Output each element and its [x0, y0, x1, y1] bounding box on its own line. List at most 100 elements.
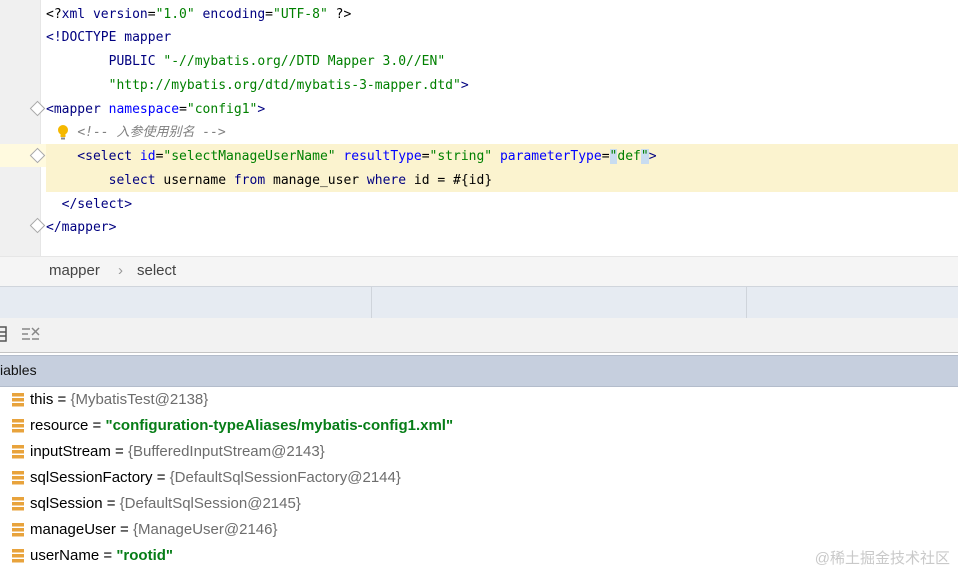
code-line[interactable]: <mapper namespace="config1"> [46, 98, 958, 121]
code-token: " [640, 149, 649, 164]
code-token: = [265, 7, 273, 22]
field-icon [12, 549, 24, 563]
code-token: = [421, 149, 430, 164]
code-token: PUBLIC [46, 54, 164, 69]
editor-gutter [0, 0, 41, 256]
debug-panel-bar [0, 286, 958, 319]
code-token: <mapper [46, 102, 109, 117]
variable-equals: = [88, 417, 106, 434]
code-token: manage_user [273, 173, 367, 188]
variable-text: userName = "rootid" [30, 543, 173, 569]
variables-header-label: iables [0, 362, 37, 378]
code-token: namespace [108, 102, 180, 117]
code-line[interactable]: <!DOCTYPE mapper [46, 26, 958, 49]
field-icon [12, 497, 24, 511]
variable-text: sqlSession = {DefaultSqlSession@2145} [30, 491, 301, 517]
code-token: id [139, 149, 156, 164]
lightbulb-icon[interactable] [56, 124, 70, 140]
code-token: resultType [335, 149, 422, 164]
code-token: <? [46, 7, 62, 22]
field-icon [12, 419, 24, 433]
variable-row[interactable]: resource = "configuration-typeAliases/my… [0, 413, 958, 439]
code-token: > [648, 149, 657, 164]
variable-text: sqlSessionFactory = {DefaultSqlSessionFa… [30, 465, 401, 491]
code-token: > [460, 78, 469, 93]
code-token: = [601, 149, 610, 164]
code-token: parameterType [492, 149, 602, 164]
variable-value: {DefaultSqlSession@2145} [119, 495, 301, 512]
code-line[interactable]: </mapper> [46, 216, 958, 239]
frames-icon[interactable] [0, 326, 8, 342]
variable-name: sqlSessionFactory [30, 469, 153, 486]
code-token: = [179, 102, 187, 117]
watermark: @稀土掘金技术社区 [814, 550, 950, 567]
code-token: "http://mybatis.org/dtd/mybatis-3-mapper… [108, 78, 461, 93]
variable-row[interactable]: inputStream = {BufferedInputStream@2143} [0, 439, 958, 465]
variable-text: resource = "configuration-typeAliases/my… [30, 413, 453, 439]
variable-text: this = {MybatisTest@2138} [30, 387, 208, 413]
breadcrumb-separator: › [118, 262, 123, 279]
code-line[interactable]: <?xml version="1.0" encoding="UTF-8" ?> [46, 3, 958, 26]
variable-equals: = [110, 443, 128, 460]
code-token: username [163, 173, 234, 188]
code-token: = [147, 7, 156, 22]
code-token: "1.0" [155, 7, 195, 22]
field-icon [12, 523, 24, 537]
variable-name: userName [30, 547, 100, 564]
variable-text: manageUser = {ManageUser@2146} [30, 517, 278, 543]
code-token: <!DOCTYPE mapper [46, 30, 172, 45]
code-token: select [46, 173, 164, 188]
field-icon [12, 393, 24, 407]
code-line[interactable]: PUBLIC "-//mybatis.org//DTD Mapper 3.0//… [46, 50, 958, 73]
code-token: id = #{id} [413, 173, 493, 188]
code-token: "config1" [186, 102, 258, 117]
panel-divider [746, 287, 747, 318]
code-token: where [366, 173, 414, 188]
variable-value: "configuration-typeAliases/mybatis-confi… [105, 417, 454, 434]
code-token: "selectManageUserName" [163, 149, 336, 164]
variable-row[interactable]: manageUser = {ManageUser@2146} [0, 517, 958, 543]
variable-text: inputStream = {BufferedInputStream@2143} [30, 439, 325, 465]
variable-row[interactable]: sqlSessionFactory = {DefaultSqlSessionFa… [0, 465, 958, 491]
code-token: from [233, 173, 273, 188]
code-token: <!-- 入参使用别名 --> [77, 125, 226, 140]
variable-value: "rootid" [116, 547, 174, 564]
code-line[interactable]: <!-- 入参使用别名 --> [46, 121, 958, 144]
variable-name: this [30, 391, 54, 408]
code-token: </mapper> [46, 220, 117, 235]
breadcrumb: mapper › select [0, 256, 958, 287]
variable-row[interactable]: this = {MybatisTest@2138} [0, 387, 958, 413]
code-line[interactable]: </select> [46, 193, 958, 216]
variable-name: manageUser [30, 521, 116, 538]
code-editor[interactable]: <?xml version="1.0" encoding="UTF-8" ?> <… [0, 0, 958, 256]
code-token: </select> [46, 197, 133, 212]
variable-equals: = [99, 547, 117, 564]
breadcrumb-item-select[interactable]: select [137, 262, 176, 279]
variable-equals: = [53, 391, 71, 408]
variable-row[interactable]: sqlSession = {DefaultSqlSession@2145} [0, 491, 958, 517]
variable-value: {DefaultSqlSessionFactory@2144} [169, 469, 401, 486]
code-line[interactable]: select username from manage_user where i… [46, 169, 958, 192]
code-token: <select [46, 149, 140, 164]
variable-equals: = [152, 469, 170, 486]
code-token: > [257, 102, 266, 117]
variable-name: resource [30, 417, 89, 434]
variable-equals: = [102, 495, 120, 512]
field-icon [12, 445, 24, 459]
code-token: xml version [61, 7, 148, 22]
variable-equals: = [115, 521, 133, 538]
variable-name: inputStream [30, 443, 111, 460]
code-line[interactable]: "http://mybatis.org/dtd/mybatis-3-mapper… [46, 74, 958, 97]
code-line[interactable]: <select id = "selectManageUserName" result… [46, 145, 958, 168]
code-token: encoding [194, 7, 266, 22]
variable-value: {BufferedInputStream@2143} [127, 443, 325, 460]
variable-name: sqlSession [30, 495, 103, 512]
variable-value: {ManageUser@2146} [133, 521, 278, 538]
breadcrumb-item-mapper[interactable]: mapper [49, 262, 100, 279]
variables-list: this = {MybatisTest@2138} resource = "con… [0, 387, 958, 574]
threads-icon[interactable] [22, 327, 40, 341]
field-icon [12, 471, 24, 485]
variable-value: {MybatisTest@2138} [70, 391, 209, 408]
code-token: ?> [327, 7, 352, 22]
